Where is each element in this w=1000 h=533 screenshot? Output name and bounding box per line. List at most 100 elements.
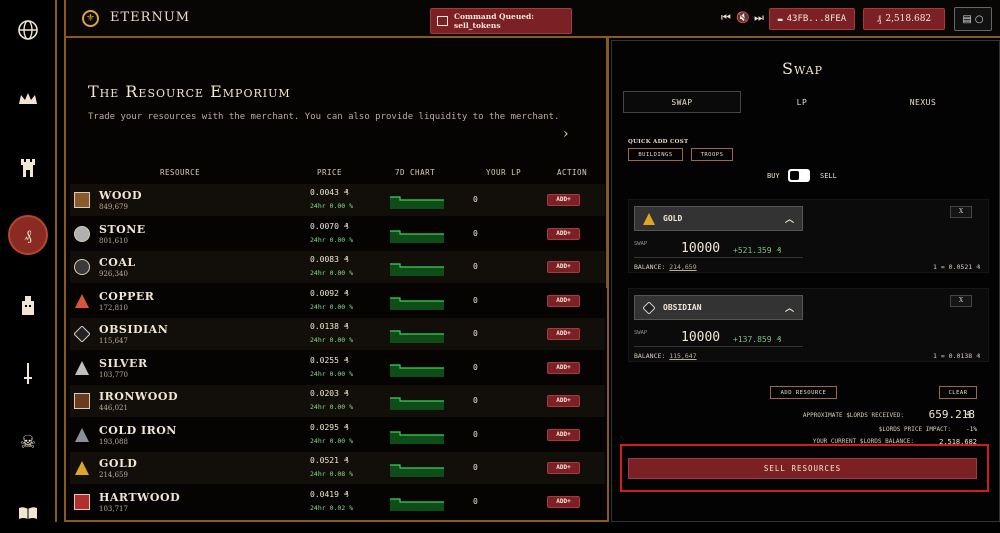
add-liquidity-button[interactable]: ADD+ bbox=[547, 294, 580, 307]
buy-sell-toggle[interactable] bbox=[788, 169, 810, 182]
resource-select-label: OBSIDIAN bbox=[663, 303, 702, 312]
resource-balance: 193,088 bbox=[99, 437, 128, 446]
add-liquidity-button[interactable]: ADD+ bbox=[547, 328, 580, 340]
cold-iron-icon bbox=[74, 427, 90, 443]
table-row: COAL 926,340 0.0083 ₰ 24hr 0.00 % 0 ADD+ bbox=[70, 251, 605, 283]
add-liquidity-button[interactable]: ADD+ bbox=[547, 261, 580, 273]
sword-icon[interactable] bbox=[8, 354, 48, 394]
column-header-lp: YOUR LP bbox=[486, 168, 522, 177]
chevron-right-icon[interactable]: › bbox=[563, 126, 569, 142]
resource-name: HARTWOOD bbox=[99, 490, 181, 504]
swap-card-gold: GOLD ︿ X SWAP 10000 +521.359 ₰ BALANCE: … bbox=[628, 199, 989, 273]
resource-name: OBSIDIAN bbox=[99, 323, 169, 336]
price-change: 24hr 0.00 % bbox=[310, 369, 354, 378]
lords-market-icon[interactable]: ₰ bbox=[8, 215, 48, 255]
resource-name: GOLD bbox=[99, 457, 138, 470]
price-sparkline bbox=[390, 394, 444, 410]
resource-select-gold[interactable]: GOLD ︿ bbox=[634, 206, 803, 231]
globe-icon[interactable] bbox=[8, 10, 48, 50]
clear-button[interactable]: CLEAR bbox=[939, 386, 977, 399]
resource-price: 0.0043 ₰ bbox=[310, 188, 349, 197]
column-header-action: ACTION bbox=[557, 168, 588, 177]
gold-icon bbox=[643, 212, 655, 225]
exchange-rate: 1 = 0.0521 ₰ bbox=[933, 263, 980, 271]
lords-balance: 2,518.682 bbox=[885, 14, 932, 24]
balance-value[interactable]: 115,647 bbox=[669, 352, 696, 360]
tab-nexus[interactable]: NEXUS bbox=[863, 91, 983, 113]
swap-amount-input[interactable]: 10000 bbox=[681, 330, 720, 345]
add-liquidity-button[interactable]: ADD+ bbox=[547, 361, 580, 374]
quick-add-troops-button[interactable]: TROOPS bbox=[691, 148, 733, 161]
swap-label: SWAP bbox=[634, 330, 648, 336]
resource-name: COLD IRON bbox=[99, 423, 177, 437]
add-resource-button[interactable]: ADD RESOURCE bbox=[770, 386, 837, 399]
book-icon[interactable] bbox=[8, 493, 48, 533]
gold-icon bbox=[74, 460, 90, 476]
price-sparkline bbox=[390, 260, 444, 276]
starknet-flag-icon: ▬ bbox=[777, 14, 783, 24]
add-liquidity-button[interactable]: ADD+ bbox=[547, 495, 580, 508]
scrollbar[interactable] bbox=[606, 38, 607, 288]
price-change: 24hr 0.00 % bbox=[310, 269, 354, 277]
price-change: 24hr 0.00 % bbox=[310, 202, 354, 210]
balance-value[interactable]: 214,659 bbox=[669, 263, 696, 271]
tab-lp[interactable]: LP bbox=[742, 91, 862, 113]
resource-name: IRONWOOD bbox=[99, 390, 178, 403]
resource-balance: 115,647 bbox=[99, 337, 128, 345]
resource-price: 0.0092 ₰ bbox=[310, 288, 349, 298]
resource-balance: 926,340 bbox=[99, 270, 128, 278]
table-row: COPPER 172,810 0.0092 ₰ 24hr 0.00 % 0 ADD+ bbox=[70, 285, 605, 317]
settings-toggle-button[interactable]: ▤ ○ bbox=[954, 7, 992, 31]
add-liquidity-button[interactable]: ADD+ bbox=[547, 462, 580, 474]
castle-icon[interactable] bbox=[8, 147, 48, 187]
wallet-address-button[interactable]: ▬ 43FB...8FEA bbox=[769, 8, 855, 30]
resource-emporium-panel: The Resource Emporium Trade your resourc… bbox=[64, 38, 609, 522]
resource-name: STONE bbox=[99, 222, 146, 236]
your-lp-value: 0 bbox=[473, 396, 478, 405]
lords-token-icon: ₰ bbox=[876, 14, 882, 25]
sell-resources-button[interactable]: SELL RESOURCES bbox=[628, 458, 977, 479]
resource-price: 0.0070 ₰ bbox=[310, 221, 349, 231]
price-change: 24hr 0.08 % bbox=[310, 470, 354, 478]
swap-amount-input[interactable]: 10000 bbox=[681, 241, 720, 256]
price-impact-value: -1% bbox=[966, 426, 977, 433]
your-lp-value: 0 bbox=[473, 329, 478, 338]
add-liquidity-button[interactable]: ADD+ bbox=[547, 194, 580, 206]
command-queue-button[interactable]: Command Queued: sell_tokens bbox=[430, 8, 572, 34]
quick-add-buildings-button[interactable]: BUILDINGS bbox=[628, 148, 683, 161]
left-sidebar: ₰ ☠ bbox=[0, 0, 57, 522]
resource-select-obsidian[interactable]: OBSIDIAN ︿ bbox=[634, 295, 803, 320]
tab-swap[interactable]: SWAP bbox=[623, 91, 741, 113]
page-title: The Resource Emporium bbox=[88, 82, 291, 101]
add-liquidity-button[interactable]: ADD+ bbox=[547, 227, 580, 240]
resource-name: COAL bbox=[99, 256, 136, 269]
lords-balance-button[interactable]: ₰ 2,518.682 bbox=[863, 8, 945, 30]
resource-name: WOOD bbox=[99, 189, 143, 202]
next-track-icon[interactable]: ⏭ bbox=[754, 11, 764, 25]
mute-icon[interactable]: 🔇 bbox=[736, 11, 750, 24]
column-header-resource: RESOURCE bbox=[160, 168, 201, 177]
add-liquidity-button[interactable]: ADD+ bbox=[547, 395, 580, 407]
your-lp-value: 0 bbox=[473, 295, 478, 305]
remove-resource-button[interactable]: X bbox=[950, 295, 972, 307]
resource-balance: 446,021 bbox=[99, 404, 128, 412]
swap-card-obsidian: OBSIDIAN ︿ X SWAP 10000 +137.859 ₰ BALAN… bbox=[628, 288, 989, 362]
silver-icon bbox=[74, 360, 90, 376]
building-icon[interactable] bbox=[8, 285, 48, 325]
add-liquidity-button[interactable]: ADD+ bbox=[547, 428, 580, 441]
table-row: WOOD 849,679 0.0043 ₰ 24hr 0.00 % 0 ADD+ bbox=[70, 184, 605, 216]
stone-icon bbox=[74, 225, 90, 242]
resource-balance: 103,770 bbox=[99, 370, 128, 379]
column-header-price: PRICE bbox=[317, 168, 343, 177]
your-lp-value: 0 bbox=[473, 195, 478, 204]
previous-track-icon[interactable]: ⏮ bbox=[721, 11, 731, 25]
your-lp-value: 0 bbox=[473, 228, 478, 238]
approx-lords-label: APPROXIMATE $LORDS RECEIVED: bbox=[802, 412, 904, 419]
table-row: HARTWOOD 103,717 0.0419 ₰ 24hr 0.02 % 0 ADD+ bbox=[70, 486, 605, 518]
table-row: IRONWOOD 446,021 0.0203 ₰ 24hr 0.00 % 0 ADD+ bbox=[70, 385, 605, 417]
resource-price: 0.0419 ₰ bbox=[310, 489, 349, 499]
crown-icon[interactable] bbox=[8, 79, 48, 119]
remove-resource-button[interactable]: X bbox=[950, 206, 972, 218]
skull-icon[interactable]: ☠ bbox=[8, 422, 48, 462]
app-title: ETERNUM bbox=[110, 10, 191, 25]
